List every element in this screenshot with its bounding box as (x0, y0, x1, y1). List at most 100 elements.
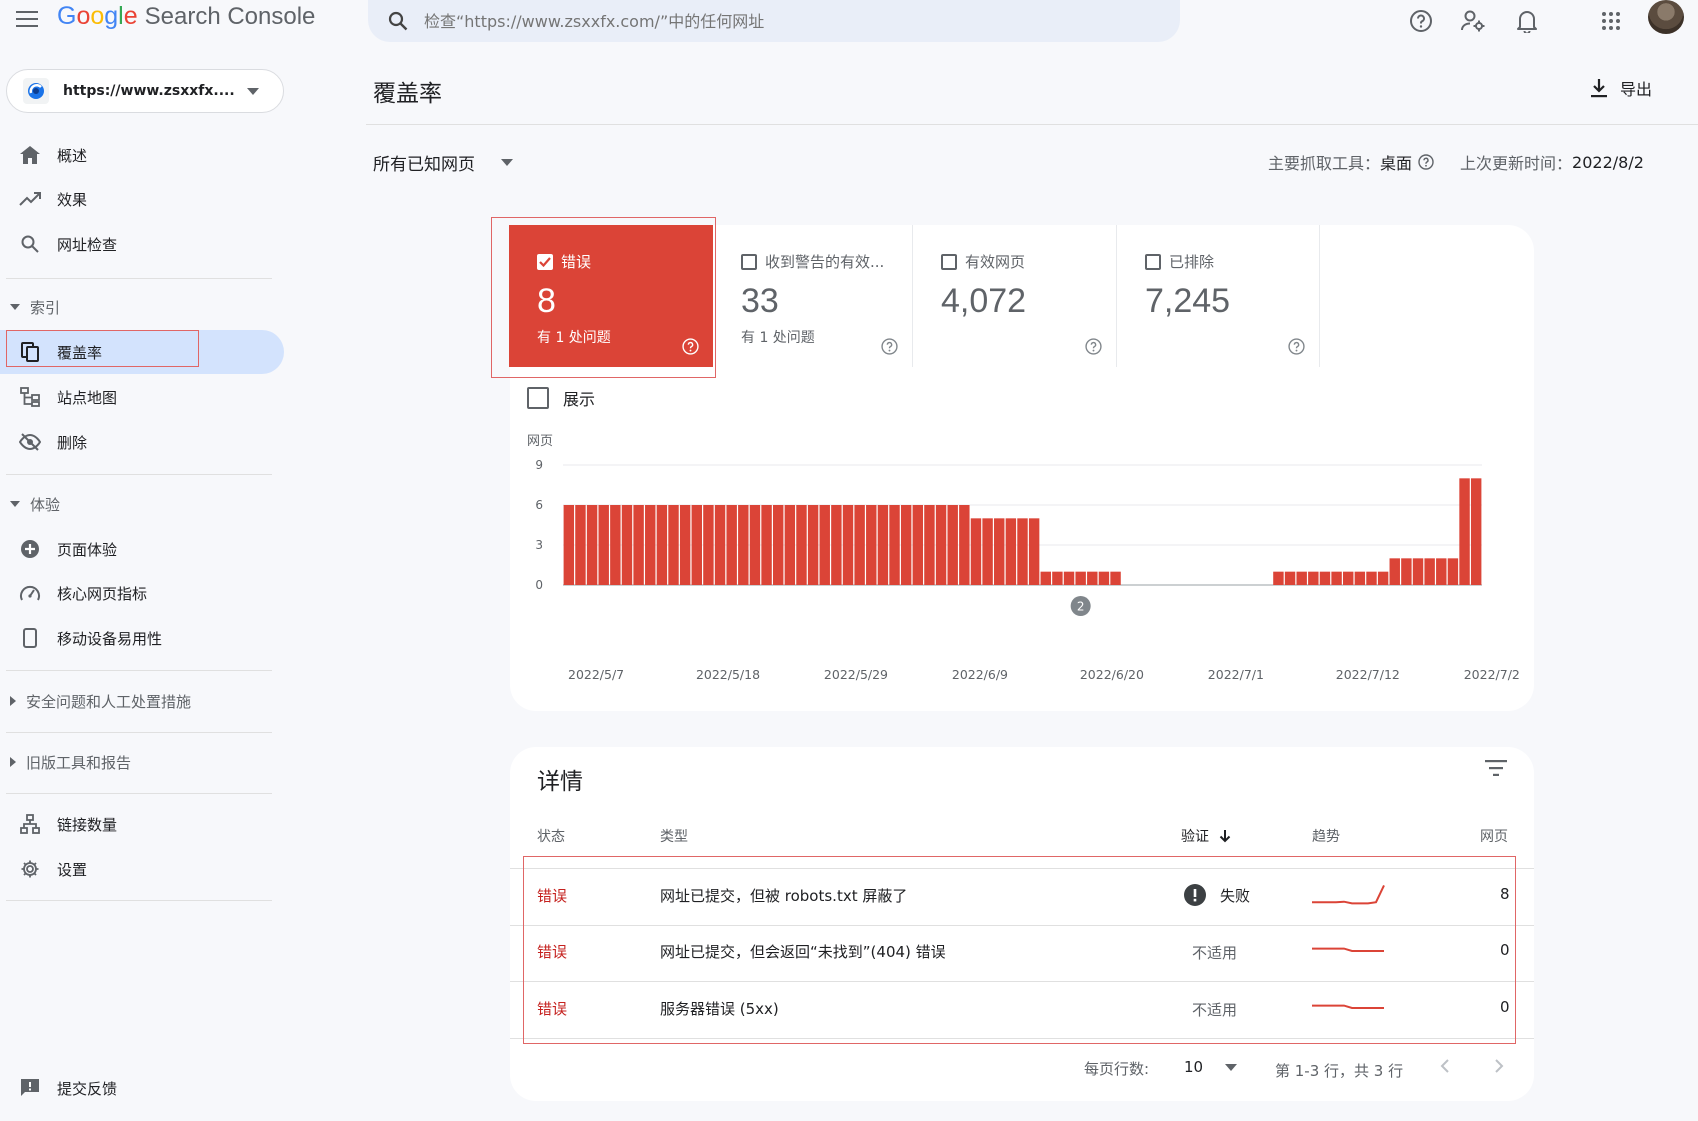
chart-bar (1470, 478, 1482, 585)
nav-links[interactable]: 链接数量 (0, 802, 284, 846)
sidebar-divider (6, 732, 272, 733)
rows-per-page-select[interactable]: 10 (1184, 1058, 1238, 1076)
page-filter-dropdown[interactable]: 所有已知网页 (373, 150, 513, 175)
next-page-button[interactable] (1494, 1058, 1504, 1074)
section-index-toggle[interactable]: 索引 (0, 292, 284, 322)
nav-removals[interactable]: 删除 (0, 420, 284, 464)
metric-checkbox[interactable] (941, 253, 957, 270)
logo-letter: g (104, 2, 119, 30)
chart-bar (703, 505, 714, 585)
main-menu-button[interactable] (12, 4, 42, 34)
url-inspection-search[interactable] (368, 0, 1180, 42)
nav-core-web-vitals[interactable]: 核心网页指标 (0, 571, 284, 615)
show-impressions-toggle[interactable]: 展示 (527, 386, 595, 410)
search-icon (388, 11, 408, 31)
nav-sitemaps[interactable]: 站点地图 (0, 375, 284, 419)
help-icon[interactable] (1288, 338, 1305, 355)
column-header-status[interactable]: 状态 (537, 826, 565, 846)
column-header-pages[interactable]: 网页 (1480, 826, 1508, 846)
chart-bar (1436, 558, 1447, 585)
help-button[interactable] (1404, 4, 1438, 38)
nav-feedback[interactable]: 提交反馈 (0, 1066, 284, 1110)
trending-up-icon (19, 192, 41, 206)
chart-bar (1110, 571, 1121, 585)
chart-bar (714, 505, 726, 585)
caret-down-icon (10, 501, 20, 507)
show-label: 展示 (563, 390, 596, 409)
prev-page-button[interactable] (1440, 1058, 1450, 1074)
details-title: 详情 (537, 769, 583, 795)
chart-x-tick-label: 2022/5/18 (696, 667, 760, 682)
chart-bar (1017, 518, 1028, 585)
show-checkbox[interactable] (527, 387, 549, 409)
logo-letter: e (123, 2, 138, 30)
section-security-toggle[interactable]: 安全问题和人工处置措施 (0, 686, 284, 716)
column-header-validation[interactable]: 验证 (1181, 826, 1231, 846)
apps-button[interactable] (1594, 4, 1628, 38)
nav-page-experience[interactable]: 页面体验 (0, 527, 284, 571)
chart-bar (1354, 571, 1366, 585)
help-icon (1410, 10, 1432, 32)
chart-bar (691, 505, 702, 585)
chart-bar (1447, 558, 1459, 585)
nav-label: 站点地图 (57, 388, 118, 407)
metric-warning-tab[interactable]: 收到警告的有效... 33 有 1 处问题 (713, 225, 913, 367)
chart-bar (1412, 558, 1424, 585)
metric-checkbox[interactable] (1145, 253, 1161, 270)
export-button[interactable]: 导出 (1590, 76, 1652, 100)
chart-bar (866, 505, 877, 585)
column-header-trend[interactable]: 趋势 (1312, 826, 1340, 846)
chart-bar (1459, 478, 1470, 585)
metric-excluded-tab[interactable]: 已排除 7,245 (1117, 225, 1320, 367)
help-icon[interactable] (1085, 338, 1102, 355)
chart-bar (1331, 571, 1342, 585)
export-label: 导出 (1620, 80, 1653, 99)
chart-bar (761, 505, 772, 585)
gauge-icon (20, 585, 40, 601)
section-label: 旧版工具和报告 (26, 753, 132, 772)
chart-bar (947, 505, 958, 585)
column-header-type[interactable]: 类型 (660, 826, 688, 846)
user-settings-button[interactable] (1456, 4, 1490, 38)
metric-label: 收到警告的有效... (765, 253, 885, 271)
property-favicon-icon (23, 78, 49, 104)
chevron-left-icon (1440, 1059, 1449, 1073)
links-icon (20, 814, 40, 834)
sidebar-divider (6, 670, 272, 671)
metric-checkbox[interactable] (741, 253, 757, 270)
product-name: Search Console (144, 3, 316, 30)
search-input[interactable] (424, 11, 1124, 31)
metric-value: 7,245 (1145, 282, 1231, 320)
search-console-logo[interactable]: Google Search Console (57, 2, 315, 36)
nav-performance[interactable]: 效果 (0, 177, 284, 221)
nav-url-inspection[interactable]: 网址检查 (0, 222, 284, 266)
nav-label: 页面体验 (57, 540, 118, 559)
chart-bar (1319, 571, 1331, 585)
nav-mobile-usability[interactable]: 移动设备易用性 (0, 616, 284, 660)
caret-right-icon (10, 696, 16, 706)
nav-settings[interactable]: 设置 (0, 847, 284, 891)
chart-bar (784, 505, 796, 585)
chart-bar (1424, 558, 1435, 585)
metric-valid-tab[interactable]: 有效网页 4,072 (913, 225, 1117, 367)
property-selector[interactable]: https://www.zsxxfx.... (6, 69, 284, 113)
section-experience-toggle[interactable]: 体验 (0, 489, 284, 519)
section-legacy-toggle[interactable]: 旧版工具和报告 (0, 747, 284, 777)
account-avatar[interactable] (1648, 0, 1684, 34)
page-title: 覆盖率 (373, 81, 442, 107)
help-icon[interactable] (1418, 154, 1434, 170)
coverage-bar-chart: 网页 0 3 6 9 2022/5/7 2022/5/18 2022/5/29 2022/6/9… (527, 434, 1520, 682)
chart-bar (1308, 571, 1319, 585)
apps-grid-icon (1602, 12, 1620, 30)
chart-bar (1075, 571, 1086, 585)
nav-overview[interactable]: 概述 (0, 133, 284, 177)
chart-bar (633, 505, 644, 585)
table-filter-button[interactable] (1485, 760, 1507, 776)
help-icon[interactable] (881, 338, 898, 355)
notifications-button[interactable] (1510, 4, 1544, 38)
phone-icon (23, 628, 37, 648)
search-icon (21, 235, 39, 253)
chart-bar (935, 505, 947, 585)
google-wordmark: Google (57, 2, 138, 31)
chart-bar (900, 505, 912, 585)
